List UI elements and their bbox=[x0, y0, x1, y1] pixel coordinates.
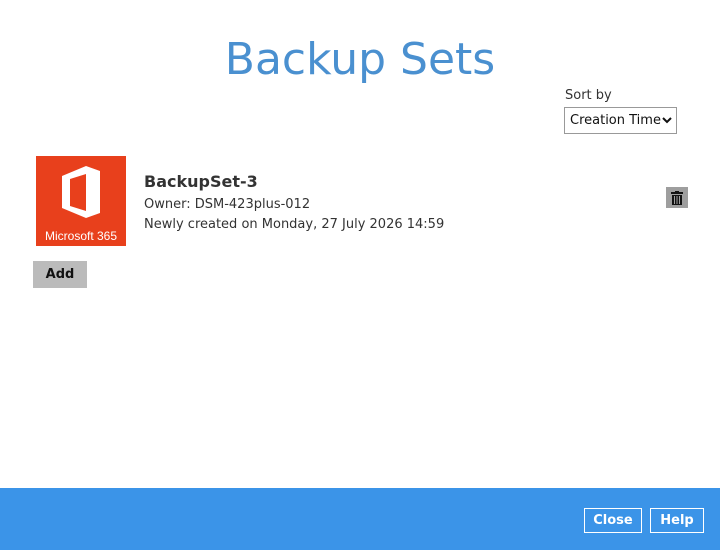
sort-by-selected-value: Creation Time bbox=[570, 113, 661, 128]
backup-sets-page: Backup Sets Sort by Creation Time Micros… bbox=[0, 0, 720, 550]
page-title: Backup Sets bbox=[224, 34, 496, 85]
backup-set-created: Newly created on Monday, 27 July 2026 14… bbox=[144, 217, 445, 232]
backup-set-owner: Owner: DSM-423plus-012 bbox=[144, 197, 311, 212]
office-icon bbox=[62, 166, 100, 218]
sort-by-select[interactable]: Creation Time bbox=[564, 107, 677, 134]
sort-by-label: Sort by bbox=[565, 88, 612, 103]
trash-icon bbox=[671, 190, 683, 205]
logo-text: Microsoft 365 bbox=[44, 229, 118, 243]
chevron-down-icon bbox=[662, 117, 672, 124]
help-button[interactable]: Help bbox=[650, 508, 704, 533]
add-button[interactable]: Add bbox=[33, 261, 87, 288]
microsoft-365-logo: Microsoft 365 bbox=[36, 156, 126, 246]
close-button[interactable]: Close bbox=[584, 508, 642, 533]
delete-backup-set-button[interactable] bbox=[666, 187, 688, 208]
backup-set-item[interactable]: Microsoft 365 BackupSet-3 Owner: DSM-423… bbox=[36, 156, 696, 248]
footer-bar: Close Help bbox=[0, 488, 720, 550]
backup-set-name[interactable]: BackupSet-3 bbox=[144, 172, 258, 191]
